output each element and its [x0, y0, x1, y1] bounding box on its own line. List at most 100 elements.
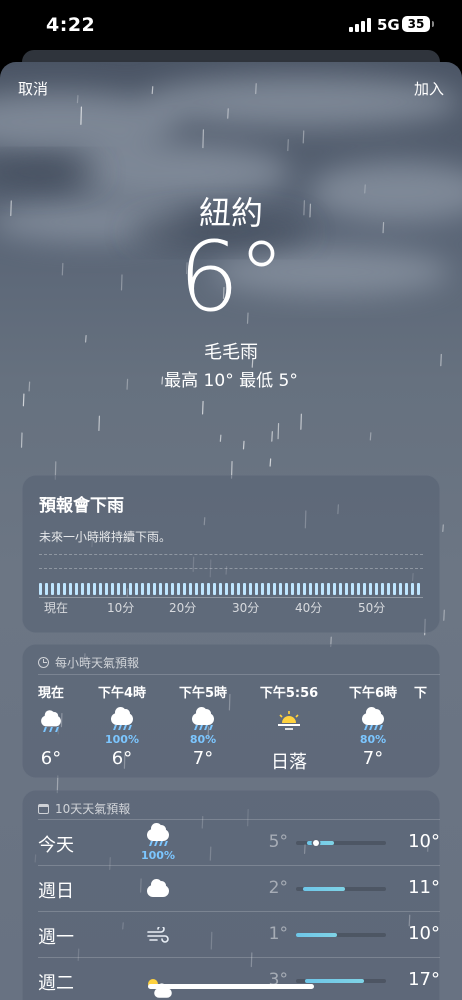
- day-high: 10°: [408, 923, 440, 944]
- rain-streak: [80, 106, 83, 125]
- precip-bar: [51, 583, 54, 595]
- precip-bar: [237, 583, 240, 595]
- daily-row[interactable]: 週日 2° 11°: [38, 865, 440, 911]
- sunset-icon: [250, 707, 328, 733]
- cloud-heavy-rain-icon: [166, 707, 240, 733]
- precip-bar: [177, 583, 180, 595]
- precip-bar: [375, 583, 378, 595]
- precip-bar: [285, 583, 288, 595]
- precip-bar: [387, 583, 390, 595]
- precip-bar: [75, 583, 78, 595]
- precip-bar: [183, 583, 186, 595]
- cloud-heavy-rain-icon: [85, 707, 159, 733]
- precip-bar: [87, 583, 90, 595]
- rain-streak: [242, 440, 245, 450]
- precip-bar: [57, 583, 60, 595]
- temperature-range-fill: [303, 887, 346, 891]
- hour-temp: 6°: [40, 748, 62, 769]
- precip-bar: [147, 583, 150, 595]
- daily-row[interactable]: 今天 100% 5° 10°: [38, 819, 440, 865]
- tick-label: 10分: [107, 601, 135, 615]
- rain-streak: [287, 139, 289, 152]
- hourly-item: 現在 6°: [14, 682, 88, 769]
- precipitation-card[interactable]: 預報會下雨 未來一小時將持續下雨。 現在 10分 20分 30分 40分 50分: [22, 475, 440, 633]
- precip-bar: [321, 583, 324, 595]
- precip-bar: [219, 583, 222, 595]
- rain-streak: [302, 130, 305, 144]
- precip-bar: [99, 583, 102, 595]
- rain-streak: [442, 524, 444, 533]
- precip-bar: [333, 583, 336, 595]
- tick-label: 40分: [295, 601, 323, 615]
- hourly-forecast-card[interactable]: 每小時天氣預報 現在 6° 下午4時 100% 6° 下午5時 80% 7° 下…: [22, 644, 440, 778]
- precip-bar: [195, 583, 198, 595]
- hour-time: 下午4時: [97, 686, 147, 701]
- precip-bar: [93, 583, 96, 595]
- cancel-button[interactable]: 取消: [18, 78, 48, 99]
- precipitation-subtitle: 未來一小時將持續下雨。: [39, 530, 172, 544]
- divider: [38, 957, 440, 958]
- precip-bar: [81, 583, 84, 595]
- hourly-item: 下午5:56 日落: [250, 682, 328, 774]
- precip-bar: [261, 583, 264, 595]
- precip-bar: [255, 583, 258, 595]
- tick-label: 現在: [44, 601, 69, 615]
- precip-bar: [417, 583, 420, 595]
- precip-bar: [159, 583, 162, 595]
- precip-bar: [309, 583, 312, 595]
- rain-streak: [22, 393, 25, 407]
- precip-bar: [225, 583, 228, 595]
- hour-precip: 80%: [359, 733, 387, 746]
- precip-bar: [45, 583, 48, 595]
- daily-row[interactable]: 週一 1° 10°: [38, 911, 440, 957]
- daily-row[interactable]: 週二 3° 17°: [38, 957, 440, 1000]
- precipitation-bars: [39, 581, 423, 595]
- hour-time: 下午5:56: [259, 686, 319, 701]
- cloud-heavy-rain-icon: [336, 707, 410, 733]
- precip-bar: [105, 583, 108, 595]
- calendar-icon: [38, 803, 49, 814]
- precip-bar: [249, 583, 252, 595]
- temperature-range-fill: [306, 841, 334, 845]
- precip-bar: [231, 583, 234, 595]
- precipitation-time-axis: 現在 10分 20分 30分 40分 50分: [39, 599, 439, 617]
- status-bar: 4:22 5G 35: [0, 0, 462, 52]
- daily-header: 10天天氣預報: [38, 800, 130, 817]
- precip-bar: [327, 583, 330, 595]
- precip-bar: [129, 583, 132, 595]
- precip-bar: [267, 583, 270, 595]
- precip-bar: [411, 583, 414, 595]
- precip-bar: [63, 583, 66, 595]
- network-type: 5G: [377, 16, 400, 34]
- home-indicator[interactable]: [148, 984, 314, 989]
- precip-bar: [297, 583, 300, 595]
- tick-label: 30分: [232, 601, 260, 615]
- precip-bar: [189, 583, 192, 595]
- temperature-range-bar: [296, 979, 386, 983]
- precip-bar: [393, 583, 396, 595]
- hour-time: 下午6時: [348, 686, 398, 701]
- precip-bar: [369, 583, 372, 595]
- status-time: 4:22: [46, 14, 96, 36]
- ten-day-forecast-card[interactable]: 10天天氣預報 今天 100% 5° 10° 週日 2° 11° 週一 1° 1…: [22, 790, 440, 1000]
- temperature-range-bar: [296, 840, 386, 846]
- tick-label: 20分: [169, 601, 197, 615]
- precip-bar: [273, 583, 276, 595]
- hourly-item: 下午6時 80% 7°: [336, 682, 410, 769]
- hourly-header: 每小時天氣預報: [38, 654, 139, 671]
- precip-bar: [123, 583, 126, 595]
- add-button[interactable]: 加入: [414, 78, 444, 99]
- battery-icon: 35: [402, 16, 434, 32]
- rain-streak: [76, 95, 79, 104]
- precip-bar: [207, 583, 210, 595]
- weather-condition: 毛毛雨: [204, 342, 258, 363]
- hour-temp: 7°: [362, 748, 384, 769]
- wind-icon: [140, 919, 176, 949]
- cloud-rain-icon: [14, 707, 88, 733]
- precip-bar: [243, 583, 246, 595]
- hour-precip: [14, 733, 88, 746]
- hourly-item: 下午5時 80% 7°: [166, 682, 240, 769]
- precip-bar: [363, 583, 366, 595]
- rain-streak: [269, 458, 272, 467]
- divider: [38, 674, 440, 675]
